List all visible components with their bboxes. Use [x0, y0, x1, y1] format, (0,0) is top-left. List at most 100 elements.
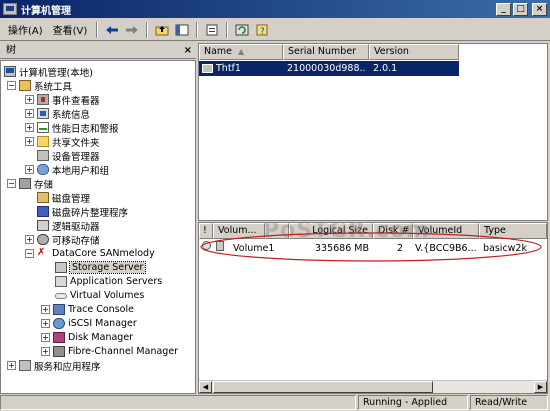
tree-item-label: 存储 [34, 179, 54, 191]
tree-item-label: 事件查看器 [52, 95, 100, 107]
tree-item-label: 磁盘碎片整理程序 [52, 207, 129, 219]
tree-item-removable-storage[interactable]: + 可移动存储 [25, 233, 100, 247]
expand-toggle[interactable]: + [41, 333, 50, 342]
tree-item-label: Application Servers [70, 276, 163, 287]
volume-list[interactable]: ! Volum... Logical Size Disk # VolumeId … [198, 222, 548, 394]
expand-toggle[interactable]: + [41, 305, 50, 314]
properties-button[interactable] [202, 21, 222, 39]
virtual-volumes-icon [55, 292, 67, 299]
help-icon: ? [256, 24, 268, 36]
expand-toggle[interactable]: + [25, 165, 34, 174]
tree-item-label: 系统信息 [52, 109, 91, 121]
scroll-right-button[interactable]: ▶ [534, 381, 547, 393]
defragmenter-icon [37, 206, 49, 217]
tree-item-virtual-volumes[interactable]: Virtual Volumes [55, 289, 144, 302]
tree-item-label: 计算机管理(本地) [19, 67, 93, 79]
menu-action[interactable]: 操作(A) [3, 20, 48, 39]
tree-item-disk-manager[interactable]: + Disk Manager [41, 331, 133, 344]
tree-pane-header: 树 × [0, 43, 196, 59]
close-button[interactable]: × [532, 2, 547, 16]
tree-item-label: 本地用户和组 [52, 165, 110, 177]
tree-item-performance-logs[interactable]: + 性能日志和警报 [25, 121, 119, 135]
menu-toolbar: 操作(A) 查看(V) ? [0, 19, 550, 41]
tree-item-event-viewer[interactable]: + 事件查看器 [25, 93, 100, 107]
menu-view[interactable]: 查看(V) [48, 20, 93, 39]
refresh-button[interactable] [232, 21, 252, 39]
tree-item-label: iSCSI Manager [68, 318, 137, 329]
fibre-channel-icon [53, 346, 65, 357]
horizontal-scrollbar[interactable]: ◀ ▶ [199, 380, 547, 393]
status-panel-main [0, 395, 356, 410]
status-panel-state: Running - Applied [358, 395, 468, 410]
expand-toggle[interactable]: + [25, 95, 34, 104]
column-header-serial[interactable]: Serial Number [283, 44, 369, 60]
expand-toggle[interactable]: + [41, 319, 50, 328]
storage-server-icon [55, 262, 67, 273]
expand-toggle[interactable]: + [41, 347, 50, 356]
show-hide-tree-button[interactable] [172, 21, 192, 39]
collapse-toggle[interactable]: − [7, 179, 16, 188]
tree-item-label: 共享文件夹 [52, 137, 100, 149]
iscsi-manager-icon [53, 318, 65, 329]
expand-toggle[interactable]: + [25, 137, 34, 146]
tree-item-trace-console[interactable]: + Trace Console [41, 303, 134, 316]
maximize-button[interactable]: □ [513, 2, 528, 16]
server-version: 2.0.1 [373, 63, 398, 74]
tree-item-label: Trace Console [68, 304, 134, 315]
tree-item-disk-management[interactable]: 磁盘管理 [37, 191, 90, 205]
title-bar[interactable]: 计算机管理 _ □ × [0, 0, 550, 18]
column-header-version[interactable]: Version [369, 44, 459, 60]
storage-server-list[interactable]: Name ▲ Serial Number Version Thtf1 210000… [198, 43, 548, 221]
expand-toggle[interactable]: + [7, 361, 16, 370]
tree-item-system-tools[interactable]: − 系统工具 [7, 79, 72, 93]
tree-item-device-manager[interactable]: 设备管理器 [37, 149, 100, 163]
scroll-left-button[interactable]: ◀ [199, 381, 212, 393]
toolbar-separator [96, 21, 99, 38]
tree-item-services-applications[interactable]: + 服务和应用程序 [7, 359, 101, 373]
performance-icon [37, 122, 49, 133]
tree-item-application-servers[interactable]: Application Servers [55, 275, 162, 288]
tree-item-system-info[interactable]: + 系统信息 [25, 107, 91, 121]
up-folder-button[interactable] [152, 21, 172, 39]
server-name: Thtf1 [216, 63, 241, 74]
table-row[interactable]: Thtf1 21000030d988... 2.0.1 [199, 61, 459, 76]
tree-item-storage-server[interactable]: Storage Server [55, 261, 147, 274]
scroll-thumb[interactable] [213, 381, 433, 393]
tree-item-shared-folders[interactable]: + 共享文件夹 [25, 135, 100, 149]
collapse-toggle[interactable]: − [25, 249, 34, 258]
tree-item-computer-management[interactable]: 计算机管理(本地) [4, 65, 93, 79]
collapse-toggle[interactable]: − [7, 81, 16, 90]
annotation-ellipse [200, 232, 542, 262]
tree-item-logical-drives[interactable]: 逻辑驱动器 [37, 219, 100, 233]
sort-ascending-icon: ▲ [238, 47, 245, 56]
tree-item-iscsi-manager[interactable]: + iSCSI Manager [41, 317, 137, 330]
back-button[interactable] [102, 21, 122, 39]
toolbar-separator [196, 21, 199, 38]
back-arrow-icon [106, 25, 119, 34]
forward-button[interactable] [122, 21, 142, 39]
tree-item-label: Disk Manager [68, 332, 134, 343]
tree-item-local-users[interactable]: + 本地用户和组 [25, 163, 110, 177]
expand-toggle[interactable]: + [25, 109, 34, 118]
device-manager-icon [37, 150, 49, 161]
computer-management-window: 计算机管理 _ □ × 操作(A) 查看(V) ? 树 × 计算机管理(本地) … [0, 0, 550, 411]
help-button[interactable]: ? [252, 21, 272, 39]
close-tree-pane-button[interactable]: × [184, 43, 192, 58]
tree-item-fibre-channel-manager[interactable]: + Fibre-Channel Manager [41, 345, 178, 358]
svg-text:?: ? [260, 27, 265, 36]
server-serial: 21000030d988... [287, 63, 365, 74]
tree-item-label: DataCore SANmelody [52, 248, 155, 259]
console-tree[interactable]: 计算机管理(本地) − 系统工具 + 事件查看器 + 系统信息 + 性能日志和警… [0, 60, 196, 394]
tree-pane-title: 树 [6, 45, 16, 56]
column-header-name[interactable]: Name ▲ [199, 44, 283, 60]
expand-toggle[interactable]: + [25, 123, 34, 132]
tree-item-storage[interactable]: − 存储 [7, 177, 54, 191]
minimize-button[interactable]: _ [496, 2, 511, 16]
shared-folder-icon [37, 136, 49, 147]
storage-icon [19, 178, 31, 189]
tree-item-datacore-sanmelody[interactable]: − ✗ DataCore SANmelody [25, 247, 155, 260]
tree-item-defragmenter[interactable]: 磁盘碎片整理程序 [37, 205, 129, 219]
column-label: Version [374, 46, 409, 57]
expand-toggle[interactable]: + [25, 235, 34, 244]
forward-arrow-icon [126, 25, 139, 34]
